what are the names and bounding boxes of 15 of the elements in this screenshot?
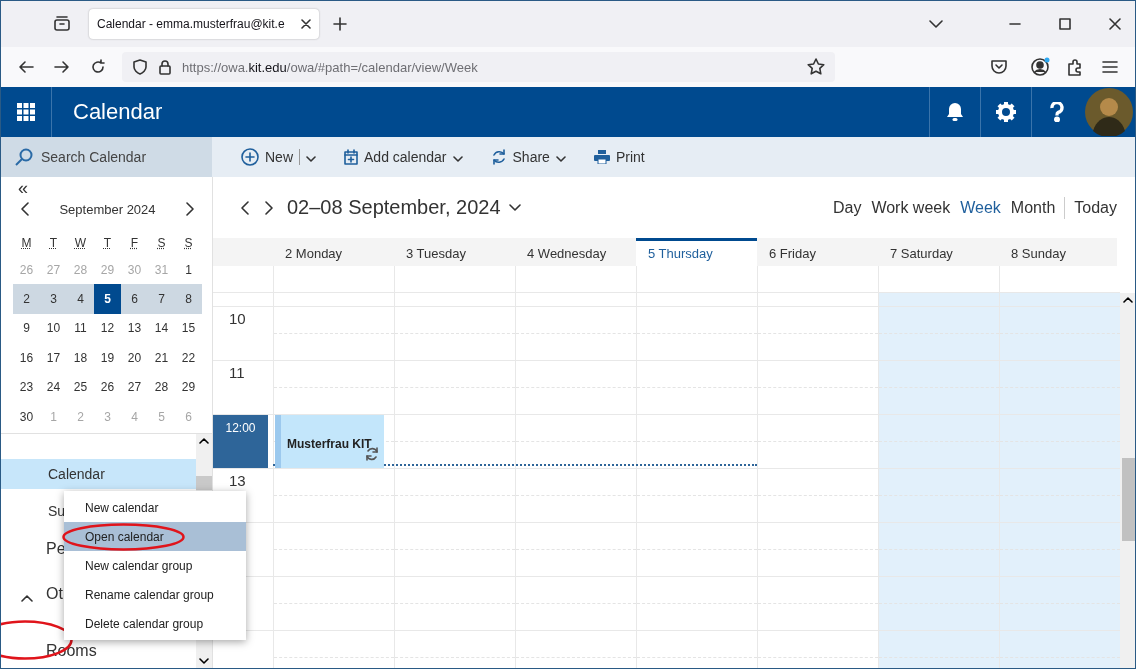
weekday-label: W: [73, 235, 88, 252]
hour-label: 12:00: [213, 415, 268, 468]
hour-label: 13: [228, 471, 247, 491]
weekday-label: M: [20, 235, 33, 252]
tab-title: Calendar - emma.musterfrau@kit.e: [97, 17, 286, 31]
hour-label: 11: [228, 363, 246, 383]
month-label: September 2024: [59, 201, 156, 217]
weekday-label: T: [102, 235, 113, 252]
weekday-label: F: [129, 235, 140, 252]
hour-label: 10: [228, 309, 247, 329]
weekday-label: T: [48, 235, 59, 252]
app-title: Calendar: [73, 99, 164, 125]
weekday-label: S: [156, 235, 167, 252]
weekday-label: S: [183, 235, 194, 252]
url-text: https://owa.kit.edu/owa/#path=/calendar/view/Week: [182, 59, 479, 75]
